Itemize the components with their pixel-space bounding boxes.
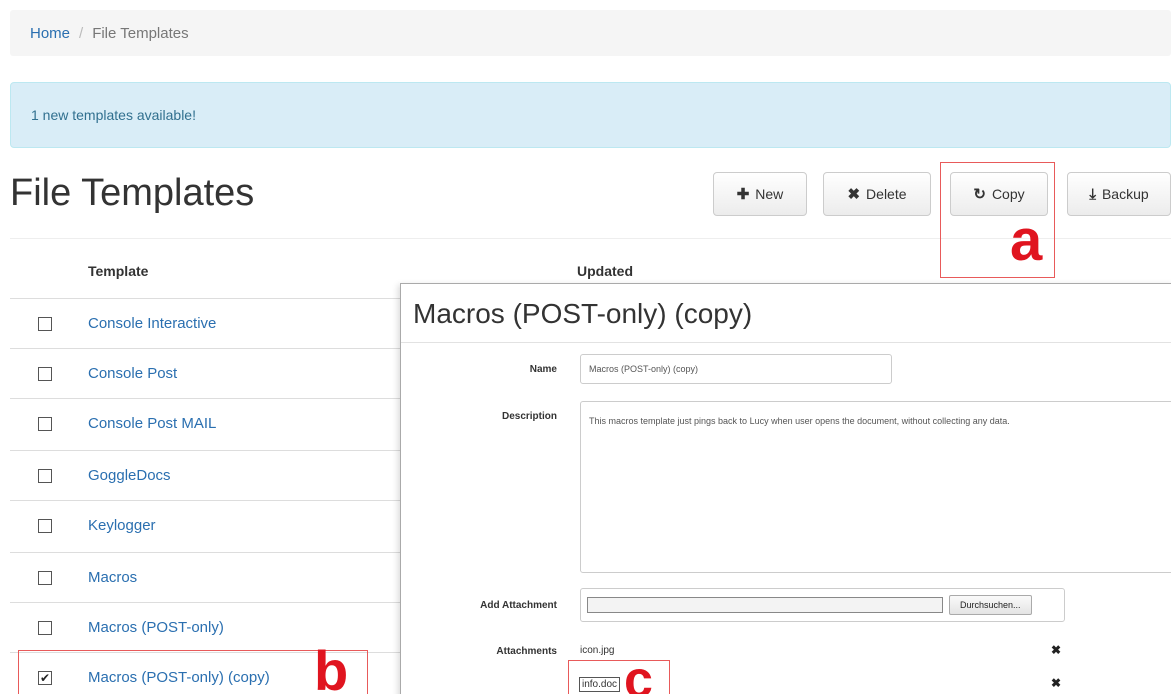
row-checkbox[interactable] <box>38 468 52 483</box>
download-icon: ⤓ <box>1089 185 1096 203</box>
annotation-letter-c: c <box>624 651 653 694</box>
remove-attachment-icon[interactable]: ✖ <box>1051 676 1061 690</box>
breadcrumb-separator: / <box>79 24 84 42</box>
row-checkbox[interactable] <box>38 620 52 635</box>
breadcrumb-current: File Templates <box>92 24 189 42</box>
table-row: Macros <box>10 552 400 602</box>
row-checkbox[interactable] <box>38 570 52 585</box>
name-field[interactable]: Macros (POST-only) (copy) <box>580 354 892 384</box>
table-row: Console Post <box>10 348 400 398</box>
table-row: Console Post MAIL <box>10 398 400 448</box>
column-header-template[interactable]: Template <box>88 263 148 279</box>
file-input[interactable]: Durchsuchen... <box>580 588 1065 622</box>
table-row: GoggleDocs <box>10 450 400 500</box>
row-checkbox[interactable] <box>38 366 52 381</box>
description-textarea[interactable]: This macros template just pings back to … <box>580 401 1171 573</box>
template-link[interactable]: Keylogger <box>88 517 156 534</box>
backup-button[interactable]: ⤓ Backup <box>1067 172 1171 216</box>
template-link[interactable]: Console Post MAIL <box>88 415 216 432</box>
plus-icon: ✚ <box>736 186 750 203</box>
delete-button-label: Delete <box>866 186 907 202</box>
template-link[interactable]: Macros <box>88 569 137 586</box>
info-alert: 1 new templates available! <box>10 82 1171 148</box>
template-link[interactable]: Console Post <box>88 365 177 382</box>
template-link[interactable]: Console Interactive <box>88 315 216 332</box>
template-detail-panel: Macros (POST-only) (copy) Name Macros (P… <box>400 283 1171 694</box>
annotation-box-c <box>568 660 670 694</box>
file-path-box[interactable] <box>587 597 943 613</box>
modal-divider <box>401 342 1171 343</box>
delete-icon: ✖ <box>847 186 861 203</box>
template-link[interactable]: Macros (POST-only) <box>88 619 224 636</box>
attachment-item[interactable]: icon.jpg <box>580 645 614 656</box>
breadcrumb: Home / File Templates <box>10 10 1171 56</box>
attachments-label: Attachments <box>496 646 557 657</box>
row-checkbox[interactable] <box>38 518 52 533</box>
annotation-letter-a: a <box>1010 208 1043 273</box>
table-row: Console Interactive <box>10 298 400 348</box>
modal-title: Macros (POST-only) (copy) <box>413 298 753 329</box>
row-checkbox[interactable] <box>38 316 52 331</box>
annotation-letter-b: b <box>314 639 349 694</box>
new-button-label: New <box>755 186 784 202</box>
breadcrumb-home-link[interactable]: Home <box>30 25 70 42</box>
backup-button-label: Backup <box>1101 186 1149 202</box>
alert-text: 1 new templates available! <box>31 107 196 123</box>
remove-attachment-icon[interactable]: ✖ <box>1051 643 1061 657</box>
template-link[interactable]: GoggleDocs <box>88 467 171 484</box>
name-label: Name <box>529 364 557 375</box>
name-field-value: Macros (POST-only) (copy) <box>589 364 699 374</box>
row-checkbox[interactable] <box>38 416 52 431</box>
page-title: File Templates <box>10 172 255 214</box>
delete-button[interactable]: ✖ Delete <box>823 172 931 216</box>
add-attachment-label: Add Attachment <box>480 600 557 611</box>
table-row: Keylogger <box>10 500 400 550</box>
description-value: This macros template just pings back to … <box>589 416 1010 426</box>
column-header-updated[interactable]: Updated <box>577 263 633 279</box>
description-label: Description <box>501 411 557 422</box>
browse-button[interactable]: Durchsuchen... <box>949 595 1032 615</box>
new-button[interactable]: ✚ New <box>713 172 807 216</box>
